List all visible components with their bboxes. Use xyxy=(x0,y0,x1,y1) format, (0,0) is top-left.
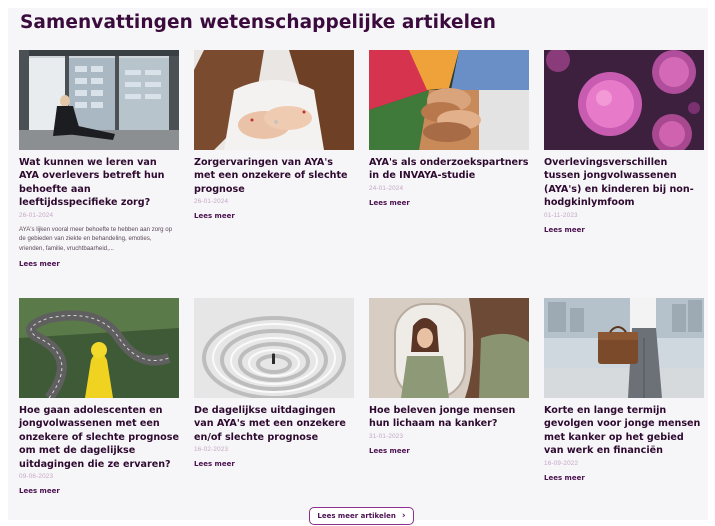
article-card: AYA's als onderzoekspartners in de INVAY… xyxy=(369,50,529,210)
article-title[interactable]: Zorgervaringen van AYA's met een onzeker… xyxy=(194,156,354,196)
article-image-stacked-hands[interactable] xyxy=(369,50,529,150)
read-more-link[interactable]: Lees meer xyxy=(369,447,410,455)
articles-grid: Wat kunnen we leren van AYA overlevers b… xyxy=(8,8,708,520)
article-card: Korte en lange termijn gevolgen voor jon… xyxy=(544,298,704,485)
article-title[interactable]: AYA's als onderzoekspartners in de INVAY… xyxy=(369,156,529,183)
article-card: Wat kunnen we leren van AYA overlevers b… xyxy=(19,50,179,271)
article-title[interactable]: Hoe beleven jonge mensen hun lichaam na … xyxy=(369,404,529,431)
article-image-maze[interactable] xyxy=(194,298,354,398)
article-card: Hoe beleven jonge mensen hun lichaam na … xyxy=(369,298,529,458)
article-card: Hoe gaan adolescenten en jongvolwassenen… xyxy=(19,298,179,498)
article-date: 24-01-2024 xyxy=(369,184,404,192)
read-more-link[interactable]: Lees meer xyxy=(194,460,235,468)
article-title[interactable]: De dagelijkse uitdagingen van AYA's met … xyxy=(194,404,354,444)
more-articles-button[interactable]: Lees meer artikelen › xyxy=(309,507,414,525)
read-more-link[interactable]: Lees meer xyxy=(544,226,585,234)
more-articles-label: Lees meer artikelen xyxy=(317,512,396,520)
article-image-cancer-cells[interactable] xyxy=(544,50,704,150)
articles-section: Samenvattingen wetenschappelijke artikel… xyxy=(8,8,708,525)
article-date: 16-02-2023 xyxy=(194,446,229,454)
article-excerpt: AYA's lijken vooral meer behoefte te heb… xyxy=(19,225,173,252)
article-title[interactable]: Hoe gaan adolescenten en jongvolwassenen… xyxy=(19,404,179,471)
article-title[interactable]: Overlevingsverschillen tussen jongvolwas… xyxy=(544,156,704,210)
article-title[interactable]: Korte en lange termijn gevolgen voor jon… xyxy=(544,404,704,458)
read-more-link[interactable]: Lees meer xyxy=(194,212,235,220)
chevron-right-icon: › xyxy=(401,510,406,521)
read-more-link[interactable]: Lees meer xyxy=(19,260,60,268)
article-image-woman-mirror[interactable] xyxy=(369,298,529,398)
article-title[interactable]: Wat kunnen we leren van AYA overlevers b… xyxy=(19,156,179,210)
read-more-link[interactable]: Lees meer xyxy=(369,199,410,207)
article-image-woman-window[interactable] xyxy=(19,50,179,150)
article-date: 31-01-2023 xyxy=(369,432,404,440)
article-date: 26-01-2024 xyxy=(19,211,54,219)
article-card: Overlevingsverschillen tussen jongvolwas… xyxy=(544,50,704,237)
article-card: De dagelijkse uitdagingen van AYA's met … xyxy=(194,298,354,471)
article-date: 26-01-2024 xyxy=(194,198,229,206)
read-more-link[interactable]: Lees meer xyxy=(544,474,585,482)
read-more-link[interactable]: Lees meer xyxy=(19,487,60,495)
article-date: 01-11-2023 xyxy=(544,211,578,219)
article-image-hands-chest[interactable] xyxy=(194,50,354,150)
article-image-winding-road[interactable] xyxy=(19,298,179,398)
article-card: Zorgervaringen van AYA's met een onzeker… xyxy=(194,50,354,223)
article-image-businessman[interactable] xyxy=(544,298,704,398)
article-date: 16-09-2022 xyxy=(544,459,579,467)
article-date: 09-06-2023 xyxy=(19,473,54,481)
